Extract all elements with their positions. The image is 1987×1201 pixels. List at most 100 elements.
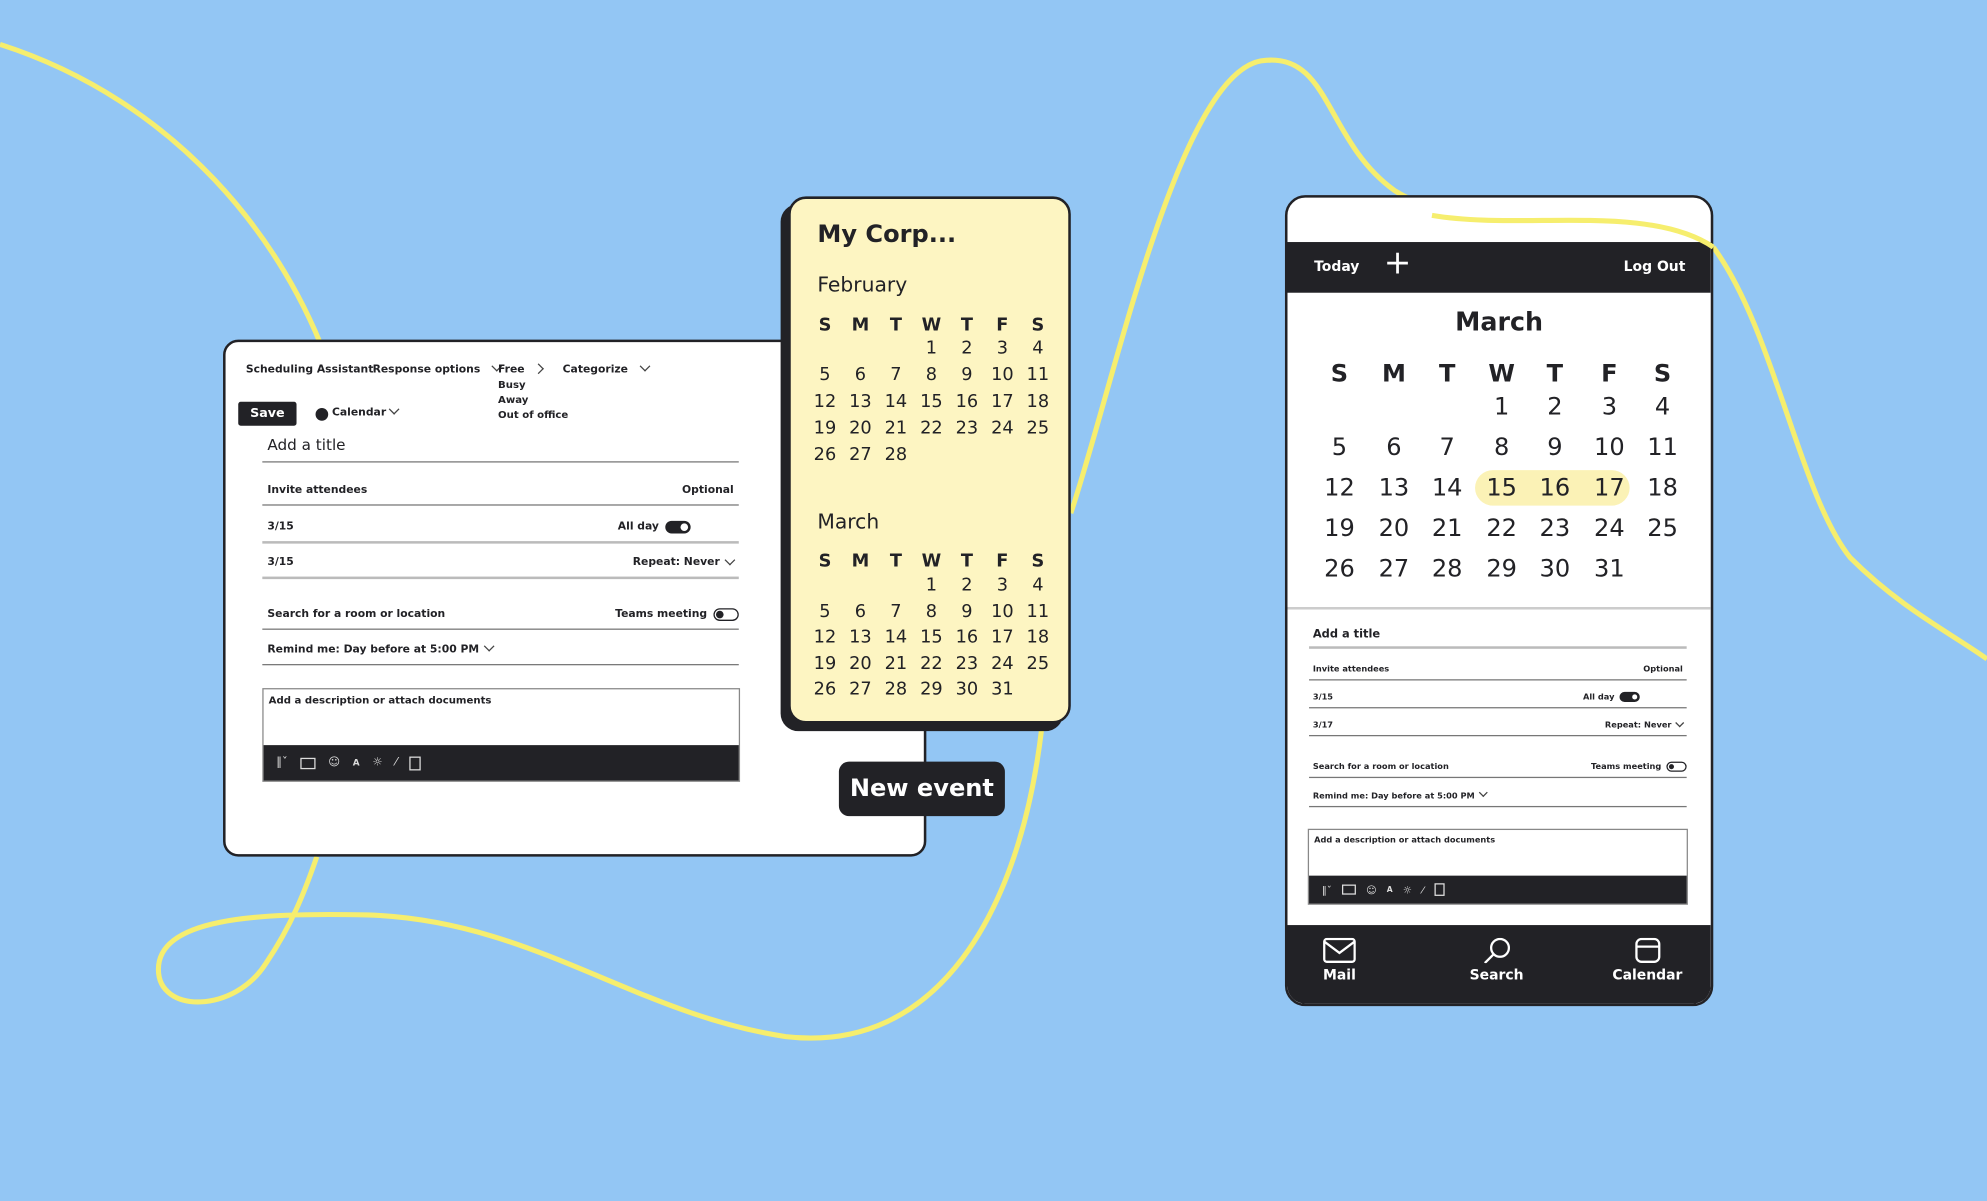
day-cell[interactable]: 15 [1486,474,1517,502]
paperclip-icon[interactable]: ‖ˇ [276,757,287,770]
repeat-dropdown[interactable]: Repeat: Never [633,554,736,569]
day-cell[interactable]: 6 [855,601,866,621]
day-cell[interactable]: 22 [920,418,943,438]
day-cell[interactable]: 1 [1494,393,1509,421]
day-cell[interactable]: 21 [885,418,908,438]
day-cell[interactable]: 9 [961,365,972,385]
day-cell[interactable]: 2 [1547,393,1562,421]
day-cell[interactable]: 6 [1386,433,1401,461]
day-cell[interactable]: 28 [1432,555,1463,583]
phone-end-date[interactable]: 3/17 [1313,720,1333,730]
day-cell[interactable]: 19 [814,418,837,438]
day-cell[interactable]: 29 [920,679,943,699]
day-cell[interactable]: 24 [1594,514,1625,542]
phone-description-field[interactable]: Add a description or attach documents ‖ˇ… [1307,828,1688,905]
day-cell[interactable]: 27 [1379,555,1410,583]
day-cell[interactable]: 18 [1647,474,1678,502]
day-cell[interactable]: 9 [961,601,972,621]
brightness-icon[interactable]: ☼ [1403,884,1412,895]
day-cell[interactable]: 22 [1486,514,1517,542]
day-cell[interactable]: 5 [819,601,830,621]
title-field[interactable]: Add a title [262,431,739,463]
day-cell[interactable]: 17 [991,392,1014,412]
day-cell[interactable]: 19 [814,653,837,673]
day-cell[interactable]: 16 [956,392,979,412]
day-cell[interactable]: 22 [920,653,943,673]
new-event-button[interactable]: New event [838,761,1005,817]
paperclip-icon[interactable]: ‖ˇ [1322,884,1332,895]
day-cell[interactable]: 25 [1027,418,1050,438]
font-color-icon[interactable]: A [1387,885,1393,894]
scheduling-assistant-tab[interactable]: Scheduling Assistant [246,364,374,377]
phone-all-day-toggle[interactable] [1619,691,1640,703]
phone-teams-toggle[interactable] [1666,761,1687,772]
day-cell[interactable]: 15 [920,392,943,412]
nav-calendar[interactable]: Calendar [1612,937,1682,983]
day-cell[interactable]: 20 [1379,514,1410,542]
day-cell[interactable]: 23 [956,418,979,438]
day-cell[interactable]: 7 [890,601,901,621]
day-cell[interactable]: 8 [926,365,937,385]
day-cell[interactable]: 3 [997,338,1008,358]
day-cell[interactable]: 9 [1547,433,1562,461]
day-cell[interactable]: 4 [1655,393,1670,421]
day-cell[interactable]: 14 [885,392,908,412]
day-cell[interactable]: 18 [1027,392,1050,412]
day-cell[interactable]: 12 [814,627,837,647]
day-cell[interactable]: 31 [991,679,1014,699]
day-cell[interactable]: 17 [1594,474,1625,502]
phone-repeat-dropdown[interactable]: Repeat: Never [1605,717,1685,730]
day-cell[interactable]: 13 [849,627,872,647]
day-cell[interactable]: 14 [1432,474,1463,502]
nav-mail[interactable]: Mail [1323,937,1356,983]
day-cell[interactable]: 20 [849,653,872,673]
day-cell[interactable]: 7 [1440,433,1455,461]
response-options-menu[interactable]: Response options [373,360,503,376]
status-free[interactable]: Free [498,363,544,376]
day-cell[interactable]: 25 [1027,653,1050,673]
day-cell[interactable]: 26 [814,445,837,465]
image-icon[interactable] [300,757,316,769]
draw-icon[interactable]: ⁄ [395,757,397,770]
reminder-dropdown[interactable]: Remind me: Day before at 5:00 PM [262,636,739,666]
day-cell[interactable]: 10 [991,365,1014,385]
emoji-icon[interactable]: ☺ [1366,884,1377,895]
attendees-field[interactable]: Invite attendees Optional [262,469,739,506]
day-cell[interactable]: 23 [1540,514,1571,542]
font-color-icon[interactable]: A [353,758,360,768]
start-date-field[interactable]: 3/15 [267,521,293,534]
day-cell[interactable]: 28 [885,679,908,699]
day-cell[interactable]: 25 [1647,514,1678,542]
day-cell[interactable]: 26 [814,679,837,699]
day-cell[interactable]: 15 [920,627,943,647]
day-cell[interactable]: 30 [956,679,979,699]
day-cell[interactable]: 20 [849,418,872,438]
day-cell[interactable]: 2 [961,575,972,595]
day-cell[interactable]: 3 [997,575,1008,595]
status-out-of-office[interactable]: Out of office [498,409,568,420]
day-cell[interactable]: 24 [991,653,1014,673]
logout-button[interactable]: Log Out [1624,259,1686,275]
day-cell[interactable]: 10 [1594,433,1625,461]
day-cell[interactable]: 16 [1540,474,1571,502]
day-cell[interactable]: 29 [1486,555,1517,583]
day-cell[interactable]: 18 [1027,627,1050,647]
phone-title-field[interactable]: Add a title [1309,623,1687,649]
day-cell[interactable]: 23 [956,653,979,673]
day-cell[interactable]: 4 [1032,575,1043,595]
day-cell[interactable]: 24 [991,418,1014,438]
today-button[interactable]: Today [1314,259,1359,275]
day-cell[interactable]: 3 [1602,393,1617,421]
day-cell[interactable]: 19 [1324,514,1355,542]
status-busy[interactable]: Busy [498,379,526,390]
image-icon[interactable] [1341,884,1356,895]
day-cell[interactable]: 27 [849,679,872,699]
phone-location-input[interactable]: Search for a room or location [1313,762,1449,772]
day-cell[interactable]: 27 [849,445,872,465]
day-cell[interactable]: 5 [819,365,830,385]
day-cell[interactable]: 13 [1379,474,1410,502]
brightness-icon[interactable]: ☼ [372,757,382,770]
day-cell[interactable]: 28 [885,445,908,465]
document-icon[interactable] [1433,883,1445,896]
day-cell[interactable]: 17 [991,627,1014,647]
